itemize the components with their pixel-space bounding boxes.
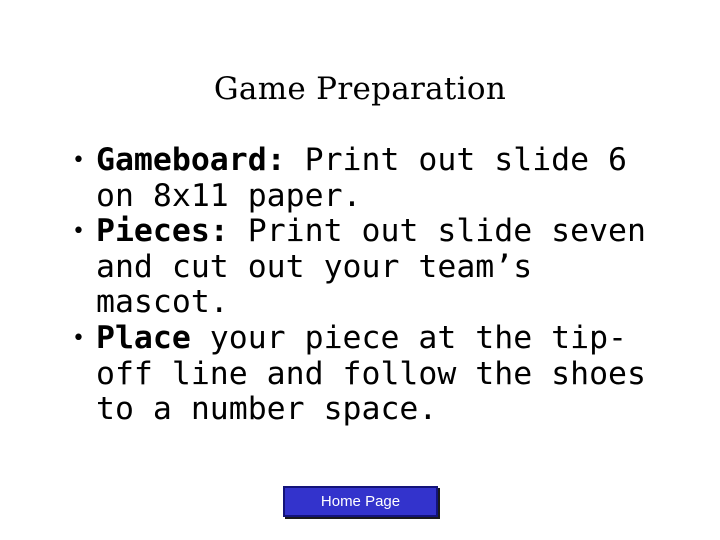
- bullet-icon: •: [72, 148, 85, 173]
- bullet-list: • Gameboard: Print out slide 6 on 8x11 pa…: [68, 142, 668, 428]
- slide-canvas: Game Preparation • Gameboard: Print out s…: [0, 0, 720, 540]
- list-item: • Place your piece at the tip-off line an…: [68, 319, 668, 428]
- list-item: • Gameboard: Print out slide 6 on 8x11 pa…: [68, 142, 668, 214]
- bullet-icon: •: [72, 219, 85, 245]
- page-title: Game Preparation: [213, 71, 507, 107]
- bullet-icon: •: [72, 325, 85, 351]
- list-item-lead: Place: [96, 319, 191, 356]
- list-item-lead: Pieces:: [96, 213, 229, 250]
- list-item-lead: Gameboard:: [96, 142, 286, 178]
- home-page-button[interactable]: Home Page: [283, 486, 438, 517]
- list-item: • Pieces: Print out slide seven and cut o…: [68, 213, 668, 321]
